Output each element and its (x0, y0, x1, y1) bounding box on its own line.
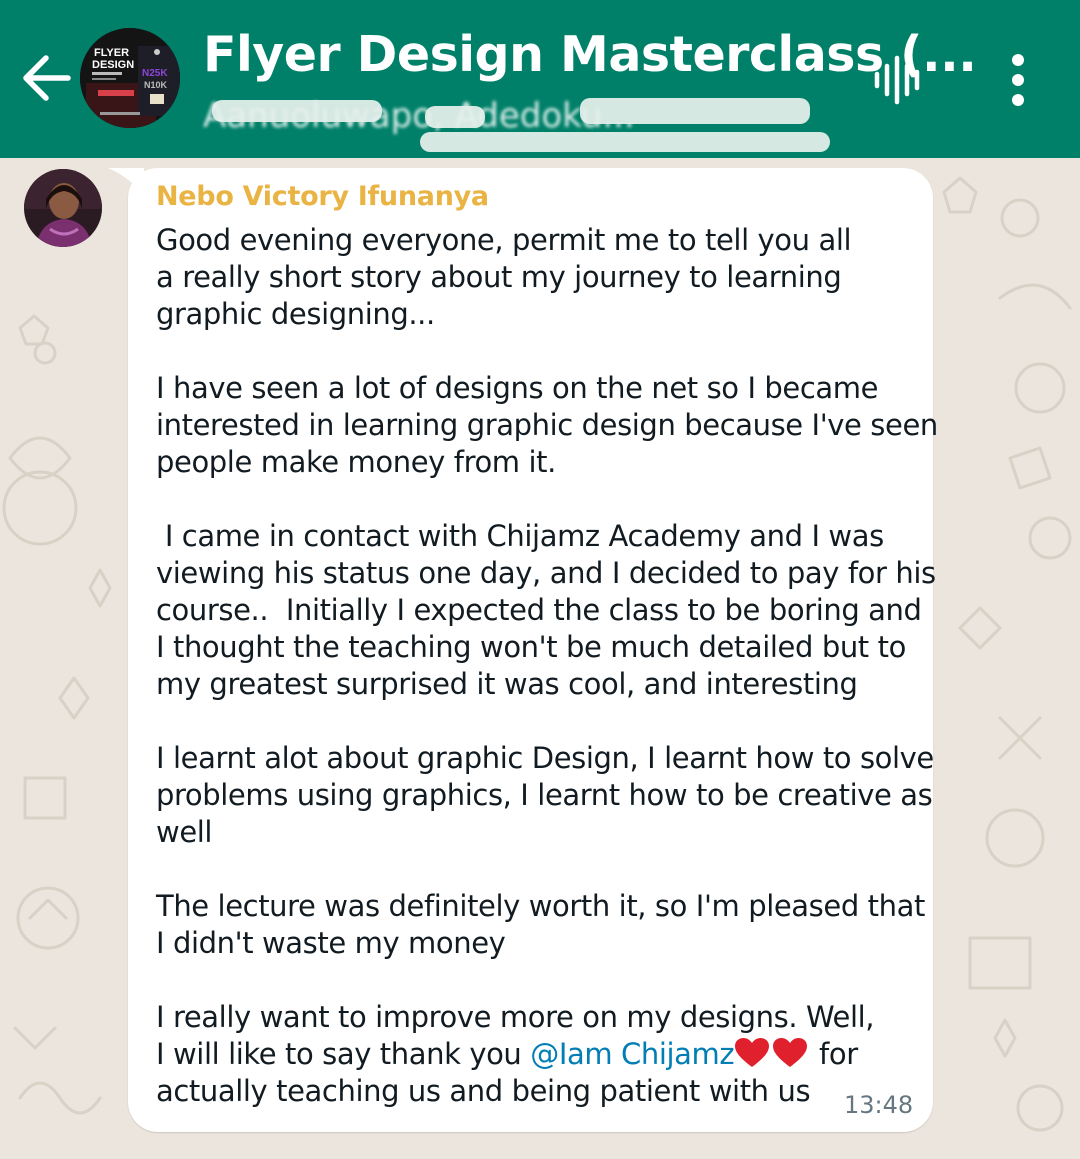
message-time: 13:48 (844, 1091, 914, 1119)
message-line: I came in contact with Chijamz Academy a… (156, 519, 884, 553)
message-line (156, 481, 926, 518)
message-line-mention: I will like to say thank you @Iam Chijam… (156, 1036, 926, 1073)
voice-chat-button[interactable] (868, 52, 930, 108)
group-members[interactable]: Aanuoluwapo, Adedoku... (200, 92, 830, 152)
redaction-mark (420, 132, 830, 152)
message-line: graphic designing... (156, 297, 435, 331)
group-avatar[interactable]: FLYER DESIGN N25K N10K (80, 28, 180, 128)
chat-header: FLYER DESIGN N25K N10K Flyer Design Mast… (0, 0, 1080, 158)
redaction-mark (425, 106, 485, 128)
heart-emoji-icon (773, 1038, 808, 1067)
back-button[interactable] (14, 45, 80, 111)
avatar-price-old: N10K (144, 80, 168, 90)
message-line: I didn't waste my money (156, 926, 506, 960)
redaction-mark (212, 100, 382, 122)
message-text: Good evening everyone, permit me to tell… (156, 222, 938, 1110)
message-line: well (156, 815, 213, 849)
group-name[interactable]: Flyer Design Masterclass (... (203, 26, 977, 83)
message-line: interested in learning graphic design be… (156, 408, 938, 442)
avatar-flyer-text: FLYER (94, 47, 129, 59)
message-line (156, 962, 926, 999)
avatar-design-text: DESIGN (92, 59, 134, 71)
message-line: my greatest surprised it was cool, and i… (156, 667, 858, 701)
group-avatar-image: FLYER DESIGN N25K N10K (80, 28, 180, 128)
message-sender-name[interactable]: Nebo Victory Ifunanya (156, 181, 489, 212)
message-line: The lecture was definitely worth it, so … (156, 889, 925, 923)
avatar-price-new: N25K (142, 68, 168, 79)
message-line-text: I will like to say thank you (156, 1037, 531, 1071)
message-line: actually teaching us and being patient w… (156, 1074, 811, 1108)
message-line: I learnt alot about graphic Design, I le… (156, 741, 934, 775)
message-line: I have seen a lot of designs on the net … (156, 371, 879, 405)
more-vertical-icon (1012, 54, 1024, 106)
message-line: problems using graphics, I learnt how to… (156, 778, 933, 812)
message-line (156, 703, 926, 740)
message-line: I really want to improve more on my desi… (156, 1000, 875, 1034)
mention-link[interactable]: @Iam Chijamz (530, 1037, 734, 1071)
sender-avatar[interactable] (24, 169, 102, 247)
message-line: people make money from it. (156, 445, 556, 479)
redaction-mark (580, 98, 810, 124)
message-line: a really short story about my journey to… (156, 260, 842, 294)
message-line: viewing his status one day, and I decide… (156, 556, 936, 590)
message-line: I thought the teaching won't be much det… (156, 630, 906, 664)
voice-call-icon (874, 55, 920, 105)
message-line: course.. Initially I expected the class … (156, 593, 922, 627)
message-line: Good evening everyone, permit me to tell… (156, 223, 852, 257)
message-line (156, 851, 926, 888)
sender-avatar-image (24, 169, 102, 247)
arrow-back-icon (23, 55, 71, 101)
message-line-text: for (810, 1037, 858, 1071)
more-options-button[interactable] (996, 50, 1040, 110)
message-line (156, 333, 926, 370)
heart-emoji-icon (735, 1038, 770, 1067)
